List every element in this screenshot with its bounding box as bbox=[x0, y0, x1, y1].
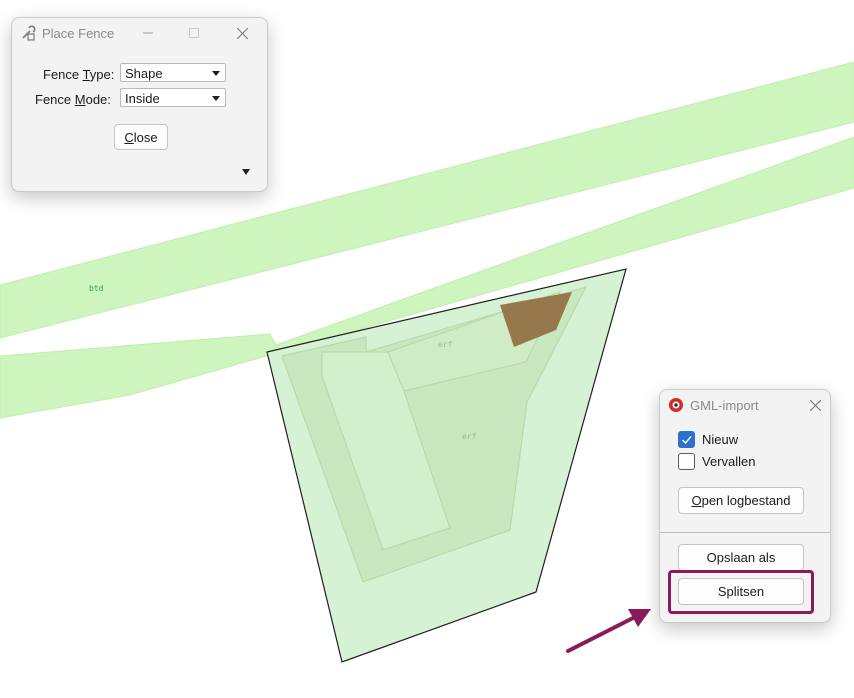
fence-mode-select[interactable]: Inside bbox=[120, 88, 226, 107]
open-logfile-button[interactable]: Open logbestand bbox=[678, 487, 804, 514]
dropdown-arrow-icon bbox=[212, 96, 220, 101]
fence-type-value: Shape bbox=[125, 66, 163, 81]
gml-import-dialog: GML-import Nieuw Vervallen Open logbesta… bbox=[659, 389, 831, 623]
map-label-erf-mid: erf bbox=[462, 432, 477, 441]
minimize-icon bbox=[143, 32, 153, 34]
checkmark-icon bbox=[682, 436, 692, 445]
close-icon bbox=[809, 399, 821, 411]
close-window-button[interactable] bbox=[800, 394, 830, 416]
maximize-button[interactable] bbox=[179, 22, 209, 44]
gml-import-title: GML-import bbox=[690, 398, 759, 413]
checkbox-vervallen-label: Vervallen bbox=[702, 454, 756, 469]
fence-type-label: Fence Type: bbox=[43, 67, 115, 82]
fence-type-select[interactable]: Shape bbox=[120, 63, 226, 82]
section-divider bbox=[660, 532, 830, 533]
save-as-button[interactable]: Opslaan als bbox=[678, 544, 804, 571]
place-fence-titlebar[interactable]: Place Fence bbox=[12, 18, 267, 48]
fence-tool-icon bbox=[22, 25, 36, 41]
checkbox-vervallen[interactable] bbox=[678, 453, 695, 470]
close-window-button[interactable] bbox=[227, 22, 257, 44]
close-icon bbox=[236, 27, 248, 39]
maximize-icon bbox=[189, 28, 199, 38]
fence-mode-label: Fence Mode: bbox=[35, 92, 111, 107]
close-button[interactable]: Close bbox=[114, 124, 168, 150]
fence-mode-value: Inside bbox=[125, 91, 160, 106]
minimize-button[interactable] bbox=[133, 22, 163, 44]
split-button[interactable]: Splitsen bbox=[678, 578, 804, 605]
expand-options-icon[interactable] bbox=[242, 169, 250, 175]
checkbox-nieuw-label: Nieuw bbox=[702, 432, 739, 447]
gml-app-icon bbox=[669, 398, 683, 412]
place-fence-title: Place Fence bbox=[42, 26, 115, 41]
place-fence-dialog: Place Fence Fence Type: Shape Fence Mode… bbox=[11, 17, 268, 192]
map-label-btd: btd bbox=[89, 284, 104, 293]
map-label-erf-top: erf bbox=[438, 340, 453, 349]
checkbox-nieuw[interactable] bbox=[678, 431, 695, 448]
dropdown-arrow-icon bbox=[212, 71, 220, 76]
annotation-arrow bbox=[566, 615, 637, 653]
gml-import-titlebar[interactable]: GML-import bbox=[660, 390, 830, 420]
